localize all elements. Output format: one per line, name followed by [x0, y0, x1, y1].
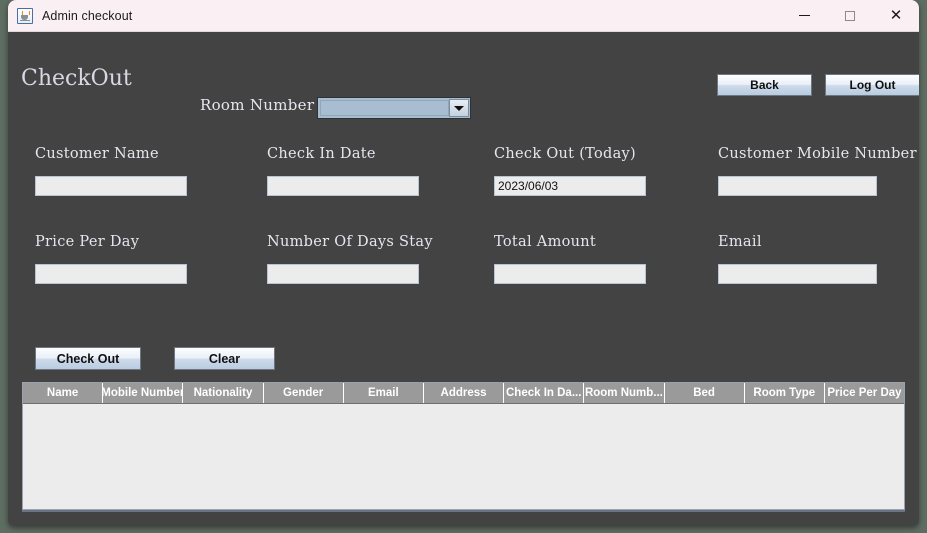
- check-out-today-input[interactable]: 2023/06/03: [494, 176, 646, 196]
- clear-button[interactable]: Clear: [174, 347, 275, 370]
- table-header-row: Name Mobile Number Nationality Gender Email A…: [23, 383, 904, 404]
- table-body[interactable]: [23, 404, 904, 509]
- page-title: CheckOut: [21, 66, 132, 91]
- window-title: Admin checkout: [42, 8, 133, 23]
- room-number-combobox-value: [320, 100, 449, 116]
- table-column-header[interactable]: Check In Da...: [504, 383, 585, 403]
- customer-mobile-number-input[interactable]: [718, 176, 877, 196]
- check-out-today-label: Check Out (Today): [494, 146, 637, 162]
- number-of-days-stay-label: Number Of Days Stay: [267, 234, 433, 250]
- close-icon[interactable]: ✕: [873, 0, 919, 31]
- table-column-header[interactable]: Name: [23, 383, 104, 403]
- table-column-header[interactable]: Email: [344, 383, 424, 403]
- customer-name-label: Customer Name: [35, 146, 159, 162]
- back-button[interactable]: Back: [717, 74, 812, 96]
- table-bottom-divider: [22, 510, 905, 512]
- chevron-down-icon[interactable]: [449, 99, 469, 117]
- room-number-label: Room Number: [200, 96, 315, 114]
- table-column-header[interactable]: Gender: [264, 383, 344, 403]
- table-column-header[interactable]: Bed: [665, 383, 745, 403]
- email-input[interactable]: [718, 264, 877, 284]
- maximize-icon[interactable]: [827, 0, 873, 31]
- price-per-day-label: Price Per Day: [35, 234, 140, 250]
- table-column-header[interactable]: Nationality: [183, 383, 264, 403]
- check-in-date-input[interactable]: [267, 176, 419, 196]
- application-window: Admin checkout ✕ CheckOut Room Number Ba…: [8, 0, 919, 526]
- main-panel: CheckOut Room Number Back Log Out Custom…: [8, 32, 919, 526]
- minimize-icon[interactable]: [781, 0, 827, 31]
- table-column-header[interactable]: Room Type: [745, 383, 825, 403]
- customer-name-input[interactable]: [35, 176, 187, 196]
- check-in-date-label: Check In Date: [267, 146, 376, 162]
- check-out-button[interactable]: Check Out: [35, 347, 141, 370]
- logout-button[interactable]: Log Out: [825, 74, 919, 96]
- bookings-table[interactable]: Name Mobile Number Nationality Gender Email A…: [22, 382, 905, 510]
- table-column-header[interactable]: Room Numb...: [584, 383, 665, 403]
- price-per-day-input[interactable]: [35, 264, 187, 284]
- table-column-header[interactable]: Address: [424, 383, 505, 403]
- title-bar: Admin checkout ✕: [8, 0, 919, 32]
- total-amount-label: Total Amount: [494, 234, 597, 250]
- table-column-header[interactable]: Price Per Day: [825, 383, 904, 403]
- table-column-header[interactable]: Mobile Number: [103, 383, 184, 403]
- window-controls: ✕: [781, 0, 919, 31]
- customer-mobile-number-label: Customer Mobile Number: [718, 146, 917, 162]
- room-number-combobox[interactable]: [317, 97, 471, 119]
- java-coffee-cup-icon: [17, 7, 33, 24]
- number-of-days-stay-input[interactable]: [267, 264, 419, 284]
- email-label: Email: [718, 234, 762, 250]
- total-amount-input[interactable]: [494, 264, 646, 284]
